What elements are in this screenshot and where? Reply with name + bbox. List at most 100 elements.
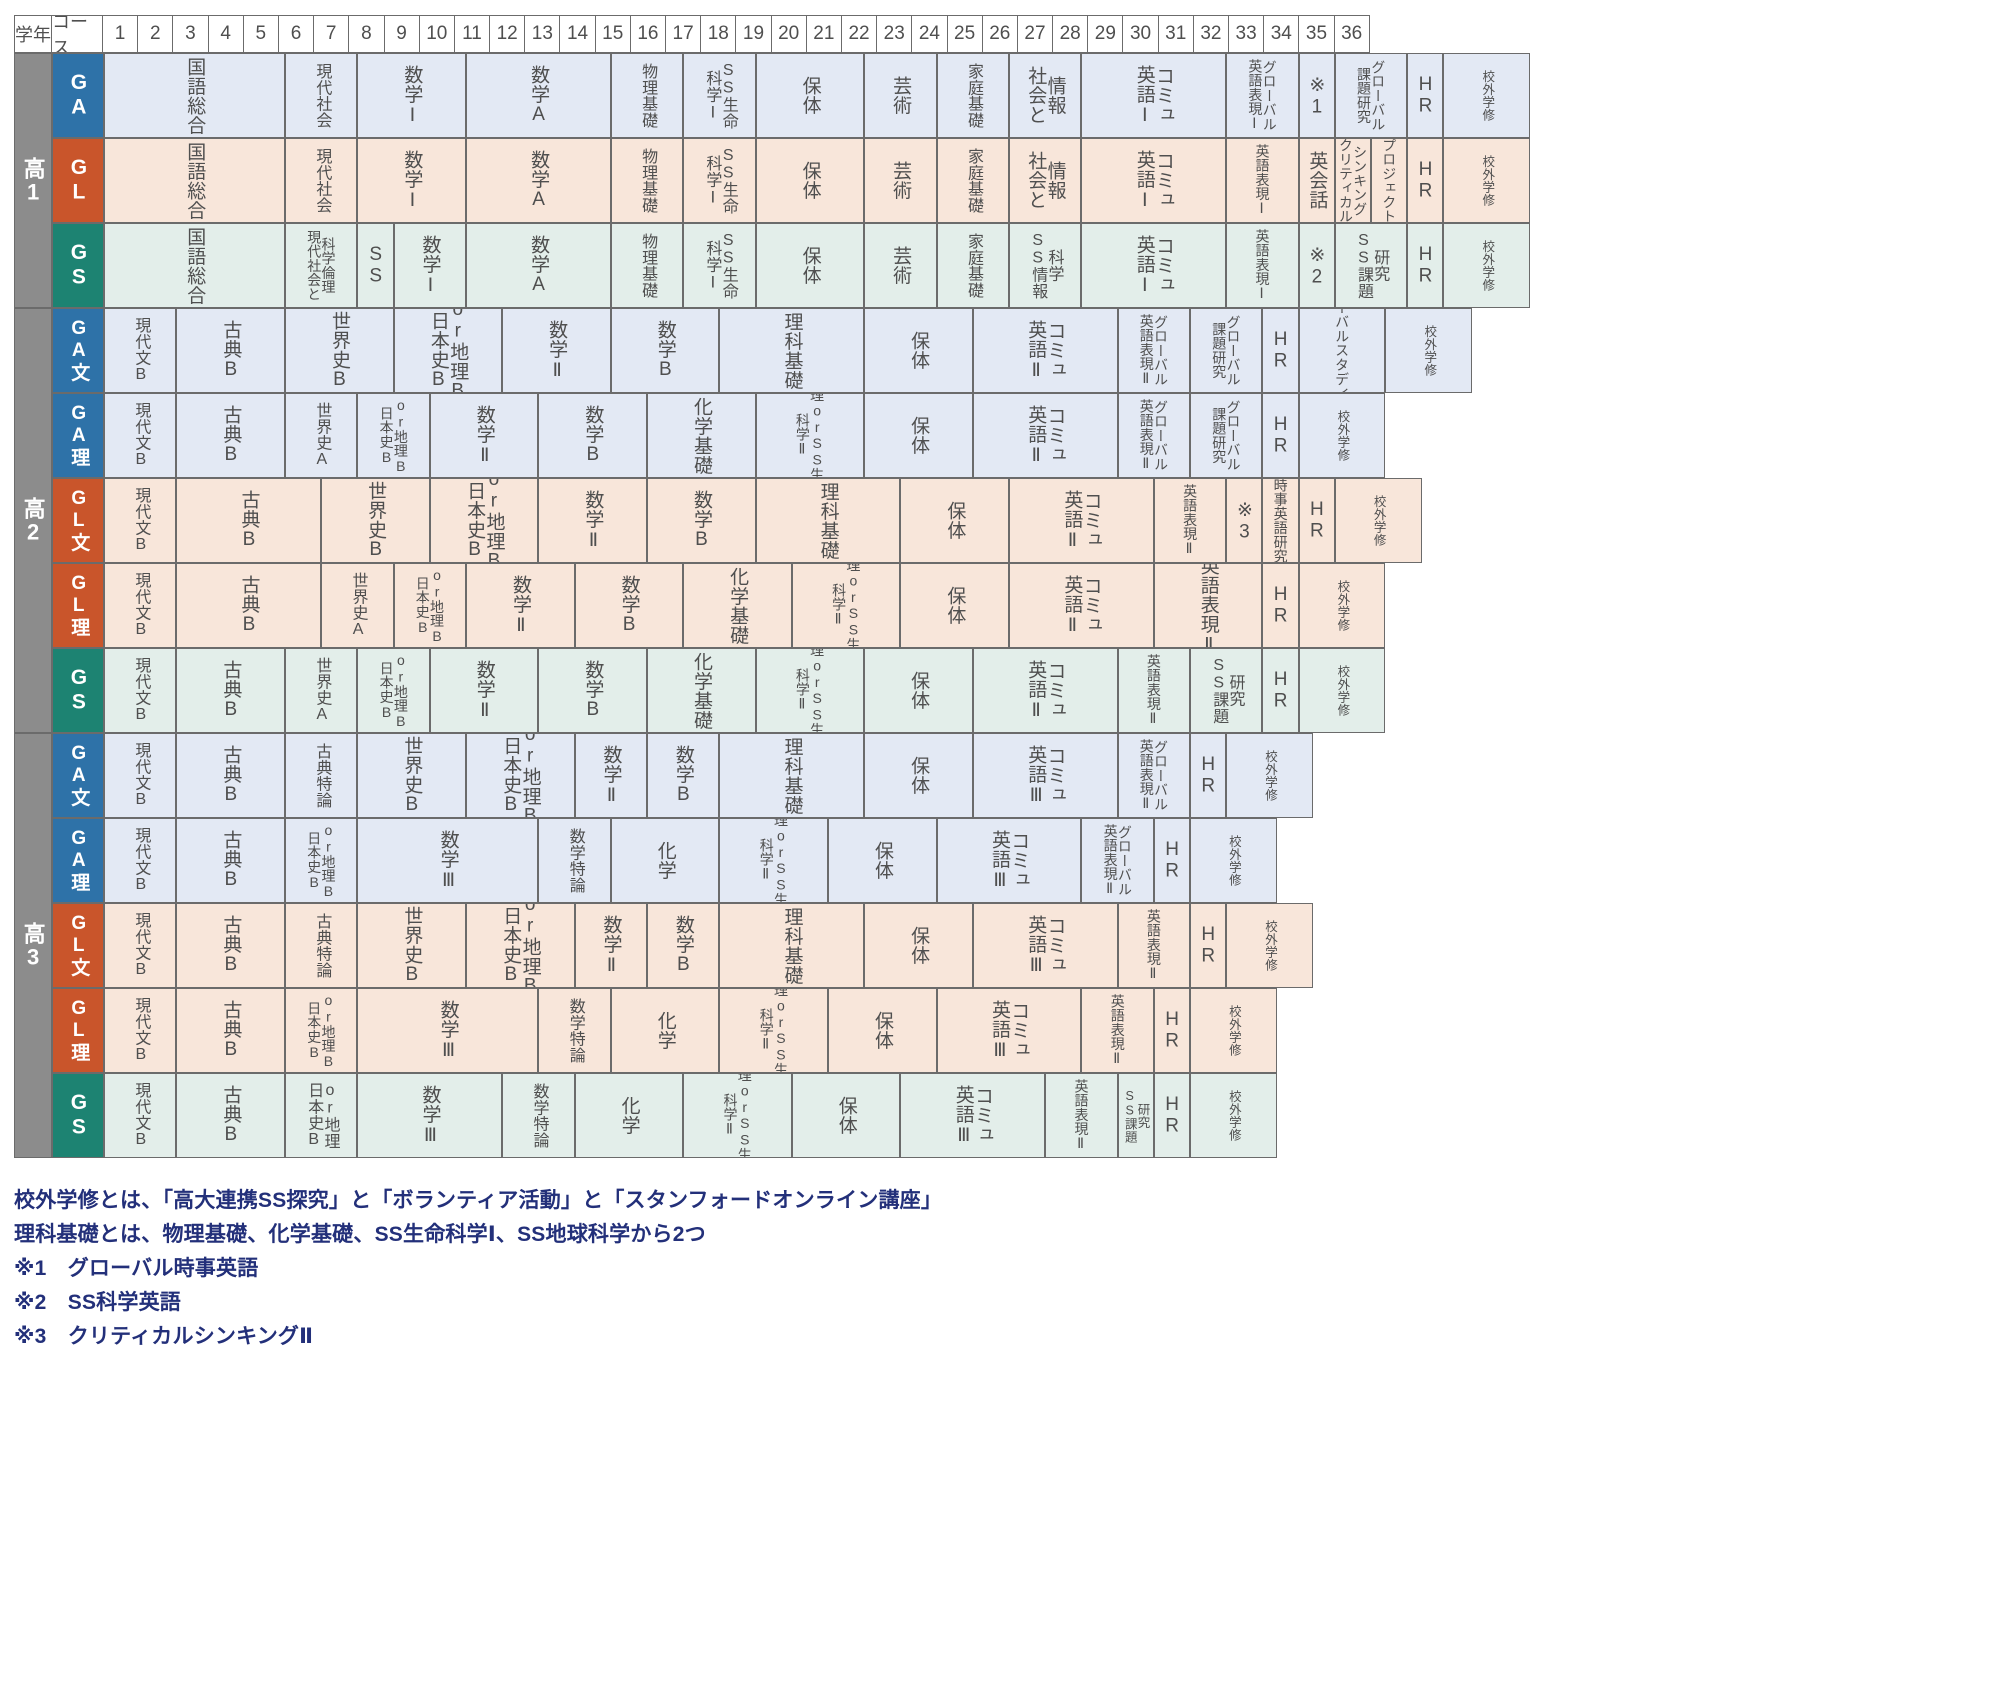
subject-cell[interactable]: 課題研究 グローバル — [1334, 53, 1408, 138]
subject-cell[interactable]: 保体 — [864, 903, 973, 988]
subject-cell[interactable]: 英語Ⅰ コミュ — [1081, 138, 1227, 223]
subject-cell[interactable]: 科学Ⅰ SS生命 — [683, 53, 756, 138]
subject-cell[interactable]: 保体 — [864, 733, 973, 818]
subject-cell[interactable]: グローバルスタディーズ — [1298, 308, 1386, 393]
course-chip-GL理[interactable]: GL理 — [52, 988, 104, 1073]
subject-cell[interactable]: 英語表現Ⅱ — [1045, 1073, 1118, 1158]
subject-cell[interactable]: 化学 — [574, 1073, 684, 1158]
subject-cell[interactable]: 校外学修 — [1334, 478, 1422, 563]
subject-cell[interactable]: SS — [357, 223, 394, 308]
subject-cell[interactable]: 科学Ⅱ 物理orSS生命 — [719, 818, 828, 903]
subject-cell[interactable]: 世界史A — [321, 563, 394, 648]
subject-cell[interactable]: 保体 — [864, 308, 973, 393]
subject-cell[interactable]: 数学B — [538, 648, 647, 733]
subject-cell[interactable]: 現代社会 — [285, 53, 358, 138]
subject-cell[interactable]: 数学Ⅲ — [357, 988, 539, 1073]
subject-cell[interactable]: 物理基礎 — [610, 138, 684, 223]
subject-cell[interactable]: 数学特論 — [538, 818, 611, 903]
subject-cell[interactable]: 保体 — [755, 53, 865, 138]
subject-cell[interactable]: 数学A — [466, 223, 611, 308]
course-chip-GA文[interactable]: GA文 — [52, 308, 104, 393]
subject-cell[interactable]: プロジェクト — [1371, 138, 1408, 223]
course-chip-GL理[interactable]: GL理 — [52, 563, 104, 648]
subject-cell[interactable]: ※2 — [1298, 223, 1335, 308]
subject-cell[interactable]: 英語表現Ⅱ — [1117, 648, 1190, 733]
subject-cell[interactable]: 古典特論 — [285, 903, 358, 988]
subject-cell[interactable]: 英語Ⅱ コミュ — [972, 393, 1118, 478]
subject-cell[interactable]: 数学B — [647, 903, 720, 988]
subject-cell[interactable]: 英語Ⅱ コミュ — [1009, 563, 1154, 648]
subject-cell[interactable]: 日本史B or地理B — [357, 393, 430, 478]
subject-cell[interactable]: 校外学修 — [1298, 648, 1386, 733]
subject-cell[interactable]: 英語表現Ⅰ — [1226, 223, 1299, 308]
subject-cell[interactable]: 英語表現Ⅱ — [1153, 478, 1227, 563]
subject-cell[interactable]: 数学Ⅰ — [393, 223, 466, 308]
subject-cell[interactable]: 科学Ⅱ 物理orSS生命 — [683, 1073, 792, 1158]
subject-cell[interactable]: 世界史B — [285, 308, 394, 393]
subject-cell[interactable]: 日本史B or地理B — [393, 308, 503, 393]
subject-cell[interactable]: 科学Ⅰ SS生命 — [683, 138, 756, 223]
subject-cell[interactable]: 数学Ⅰ — [357, 53, 466, 138]
subject-cell[interactable]: 英語Ⅲ コミュ — [972, 903, 1118, 988]
subject-cell[interactable]: 課題研究 グローバル — [1190, 393, 1263, 478]
subject-cell[interactable]: 理科基礎 — [755, 478, 901, 563]
subject-cell[interactable]: 数学Ⅱ — [429, 393, 539, 478]
subject-cell[interactable]: 現代文B — [104, 903, 177, 988]
subject-cell[interactable]: 現代文B — [104, 563, 177, 648]
subject-cell[interactable]: SS課題 研究 — [1190, 648, 1263, 733]
subject-cell[interactable]: 国語総合 — [104, 223, 285, 308]
subject-cell[interactable]: SS課題 研究 — [1117, 1073, 1154, 1158]
subject-cell[interactable]: 古典B — [176, 903, 285, 988]
subject-cell[interactable]: 英語Ⅱ コミュ — [1009, 478, 1154, 563]
subject-cell[interactable]: 古典B — [176, 478, 322, 563]
subject-cell[interactable]: 数学B — [538, 393, 647, 478]
subject-cell[interactable]: 現代社会 — [285, 138, 358, 223]
subject-cell[interactable]: 現代文B — [104, 478, 177, 563]
subject-cell[interactable]: 科学Ⅱ 物理orSS生命 — [755, 648, 865, 733]
subject-cell[interactable]: 古典B — [176, 308, 285, 393]
subject-cell[interactable]: 現代文B — [104, 733, 177, 818]
subject-cell[interactable]: 芸術 — [864, 53, 937, 138]
subject-cell[interactable]: 保体 — [828, 818, 937, 903]
subject-cell[interactable]: 英語表現Ⅱ グローバル — [1117, 733, 1190, 818]
course-chip-GS[interactable]: GS — [52, 648, 104, 733]
subject-cell[interactable]: 古典B — [176, 648, 285, 733]
subject-cell[interactable]: 日本史B or地理B — [357, 648, 430, 733]
subject-cell[interactable]: 数学Ⅱ — [574, 733, 647, 818]
subject-cell[interactable]: 古典B — [176, 393, 285, 478]
course-chip-GA文[interactable]: GA文 — [52, 733, 104, 818]
subject-cell[interactable]: 現代文B — [104, 1073, 177, 1158]
subject-cell[interactable]: 現代文B — [104, 308, 177, 393]
subject-cell[interactable]: 理科基礎 — [719, 903, 865, 988]
subject-cell[interactable]: 世界史B — [357, 903, 466, 988]
subject-cell[interactable]: 日本史B or地理B — [429, 478, 539, 563]
subject-cell[interactable]: 保体 — [791, 1073, 901, 1158]
subject-cell[interactable]: 現代社会と 科学倫理 — [285, 223, 358, 308]
subject-cell[interactable]: 社会と 情報 — [1009, 138, 1082, 223]
subject-cell[interactable]: 社会と 情報 — [1009, 53, 1082, 138]
subject-cell[interactable]: 数学B — [647, 478, 756, 563]
subject-cell[interactable]: 科学Ⅱ 物理orSS生命 — [755, 393, 865, 478]
subject-cell[interactable]: 校外学修 — [1190, 1073, 1277, 1158]
subject-cell[interactable]: 保体 — [755, 223, 865, 308]
subject-cell[interactable]: 英語Ⅱ コミュ — [972, 648, 1118, 733]
subject-cell[interactable]: 校外学修 — [1226, 733, 1314, 818]
subject-cell[interactable]: HR — [1262, 563, 1299, 648]
subject-cell[interactable]: 国語総合 — [104, 53, 285, 138]
subject-cell[interactable]: 保体 — [864, 393, 973, 478]
subject-cell[interactable]: 家庭基礎 — [936, 53, 1009, 138]
subject-cell[interactable]: 保体 — [828, 988, 937, 1073]
subject-cell[interactable]: HR — [1407, 223, 1444, 308]
subject-cell[interactable]: 数学Ⅲ — [357, 1073, 503, 1158]
subject-cell[interactable]: 校外学修 — [1190, 818, 1277, 903]
subject-cell[interactable]: 日本史B or地理B — [285, 818, 358, 903]
subject-cell[interactable]: 保体 — [864, 648, 973, 733]
subject-cell[interactable]: 世界史A — [285, 648, 358, 733]
subject-cell[interactable]: 数学特論 — [538, 988, 611, 1073]
subject-cell[interactable]: 化学 — [610, 818, 720, 903]
subject-cell[interactable]: 化学基礎 — [647, 648, 756, 733]
subject-cell[interactable]: 英語Ⅰ コミュ — [1081, 223, 1227, 308]
subject-cell[interactable]: クリティカル シンキング — [1334, 138, 1371, 223]
subject-cell[interactable]: 英会話 — [1298, 138, 1335, 223]
subject-cell[interactable]: 家庭基礎 — [936, 223, 1009, 308]
